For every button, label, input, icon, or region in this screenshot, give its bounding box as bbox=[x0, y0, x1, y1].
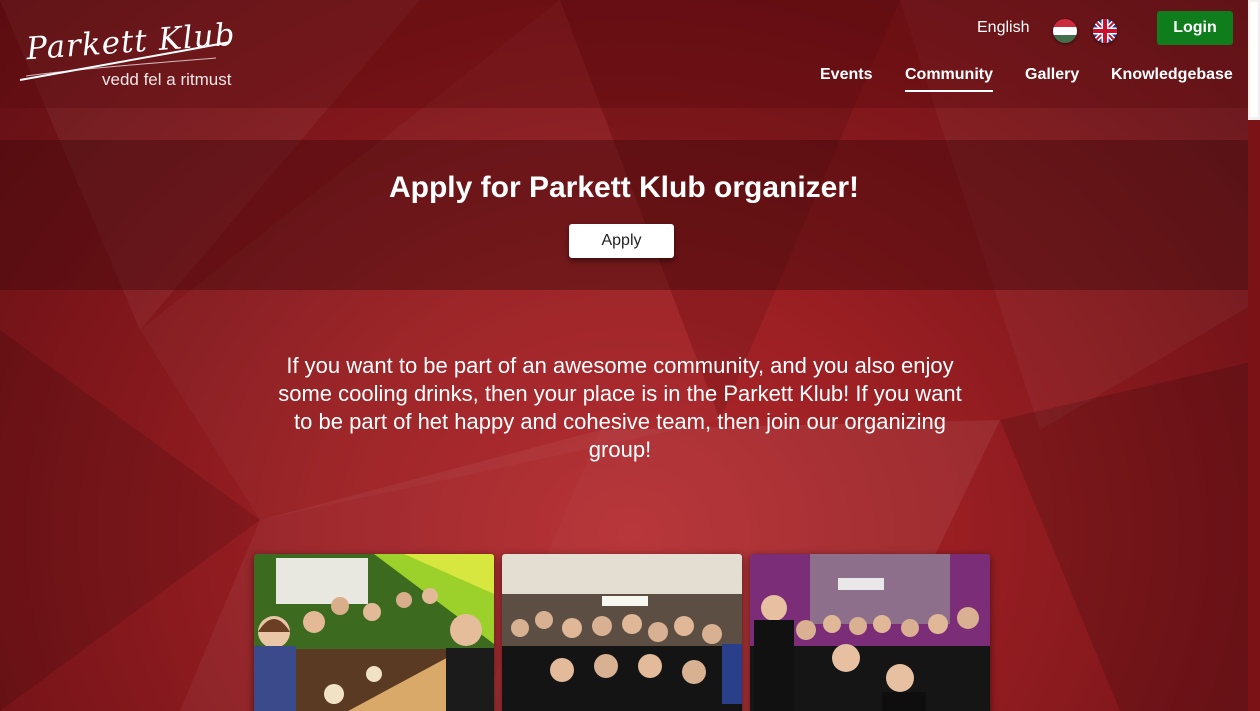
nav-community[interactable]: Community bbox=[905, 66, 993, 92]
community-photo-1[interactable] bbox=[254, 554, 494, 711]
site-logo[interactable]: Parkett Klub vedd fel a ritmust bbox=[16, 14, 246, 94]
community-intro-text: If you want to be part of an awesome com… bbox=[278, 353, 962, 462]
scrollbar-thumb[interactable] bbox=[1250, 2, 1258, 117]
login-button[interactable]: Login bbox=[1157, 11, 1233, 45]
apply-button[interactable]: Apply bbox=[569, 224, 674, 258]
flag-hu-icon[interactable] bbox=[1053, 19, 1077, 43]
language-label: English bbox=[977, 19, 1030, 36]
logo-tagline: vedd fel a ritmust bbox=[102, 70, 232, 89]
scrollbar[interactable] bbox=[1248, 0, 1260, 711]
nav-gallery[interactable]: Gallery bbox=[1025, 66, 1079, 90]
site-header: Parkett Klub vedd fel a ritmust English … bbox=[0, 0, 1248, 108]
community-photo-2[interactable] bbox=[502, 554, 742, 711]
scrollbar-track[interactable] bbox=[1248, 120, 1260, 711]
flag-gb-icon[interactable] bbox=[1093, 19, 1117, 43]
nav-events[interactable]: Events bbox=[820, 66, 872, 90]
community-photo-3[interactable] bbox=[750, 554, 990, 711]
nav-knowledgebase[interactable]: Knowledgebase bbox=[1111, 66, 1233, 90]
organizer-banner: Apply for Parkett Klub organizer! Apply bbox=[0, 140, 1248, 290]
banner-title: Apply for Parkett Klub organizer! bbox=[388, 171, 860, 204]
